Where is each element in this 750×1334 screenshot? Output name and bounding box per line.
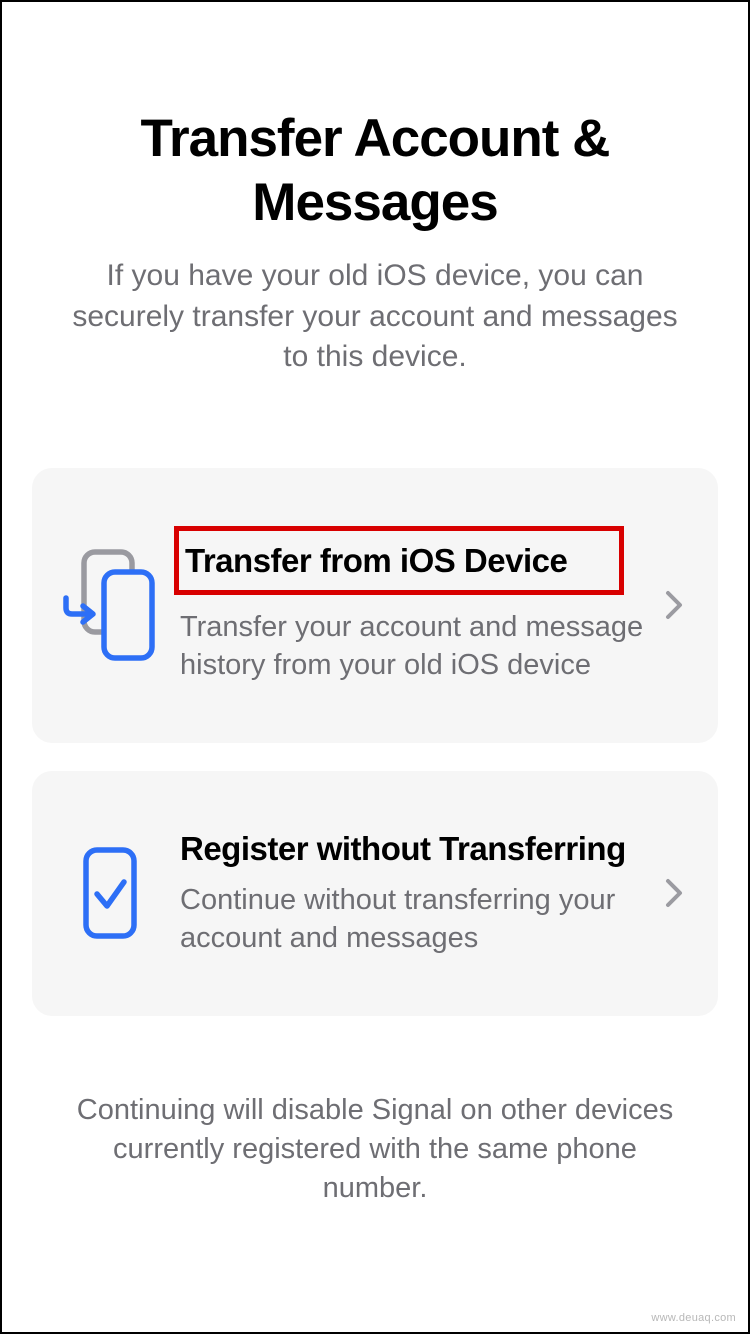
footer-note: Continuing will disable Signal on other …	[32, 1091, 718, 1208]
transfer-devices-icon	[60, 548, 180, 662]
phone-check-icon	[60, 836, 180, 950]
option-transfer-description: Transfer your account and message histor…	[180, 609, 648, 684]
option-transfer-title: Transfer from iOS Device	[174, 526, 624, 596]
option-register-title: Register without Transferring	[180, 829, 648, 869]
page-title: Transfer Account & Messages	[32, 107, 718, 234]
option-register-description: Continue without transferring your accou…	[180, 882, 648, 957]
watermark-text: www.deuaq.com	[651, 1312, 736, 1324]
page-subtitle: If you have your old iOS device, you can…	[32, 256, 718, 378]
chevron-right-icon	[658, 590, 690, 620]
options-list: Transfer from iOS Device Transfer your a…	[32, 468, 718, 1016]
option-transfer-from-ios[interactable]: Transfer from iOS Device Transfer your a…	[32, 468, 718, 743]
chevron-right-icon	[658, 878, 690, 908]
option-register-without-transfer[interactable]: Register without Transferring Continue w…	[32, 771, 718, 1016]
